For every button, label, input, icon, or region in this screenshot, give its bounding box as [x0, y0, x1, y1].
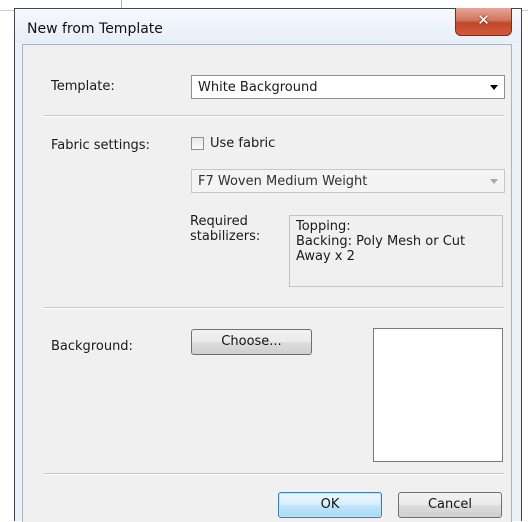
stabilizer-topping: Topping: — [296, 219, 351, 234]
chevron-down-icon — [490, 85, 498, 90]
template-label: Template: — [51, 79, 115, 94]
required-stabilizers-label-line2: stabilizers: — [190, 229, 261, 244]
background-label: Background: — [51, 339, 133, 354]
cancel-button[interactable]: Cancel — [398, 492, 502, 518]
separator-3 — [44, 473, 504, 475]
template-dropdown[interactable]: White Background — [191, 75, 505, 99]
stabilizer-backing: Backing: Poly Mesh or Cut — [296, 234, 466, 249]
use-fabric-label[interactable]: Use fabric — [210, 136, 275, 151]
close-icon: ✕ — [477, 11, 490, 29]
title-bar[interactable]: New from Template ✕ — [15, 8, 521, 43]
ok-button[interactable]: OK — [278, 492, 382, 518]
stabilizers-info-box: Topping: Backing: Poly Mesh or Cut Away … — [289, 215, 503, 287]
chevron-down-icon — [490, 179, 498, 184]
background-preview — [373, 328, 503, 462]
separator-1 — [44, 115, 504, 117]
close-button[interactable]: ✕ — [455, 8, 512, 36]
stabilizer-backing-cont: Away x 2 — [296, 249, 355, 264]
separator-2 — [44, 307, 504, 309]
dialog-title: New from Template — [27, 21, 163, 37]
fabric-dropdown[interactable]: F7 Woven Medium Weight — [191, 169, 505, 193]
template-dropdown-value: White Background — [198, 80, 318, 95]
required-stabilizers-label-line1: Required — [190, 214, 248, 229]
new-from-template-dialog: New from Template ✕ Template: White Back… — [14, 8, 522, 522]
dialog-client-area: Template: White Background Fabric settin… — [22, 44, 512, 522]
choose-background-button[interactable]: Choose... — [191, 329, 312, 355]
fabric-dropdown-value: F7 Woven Medium Weight — [198, 174, 368, 189]
use-fabric-checkbox[interactable] — [191, 137, 204, 150]
fabric-settings-label: Fabric settings: — [51, 138, 150, 153]
